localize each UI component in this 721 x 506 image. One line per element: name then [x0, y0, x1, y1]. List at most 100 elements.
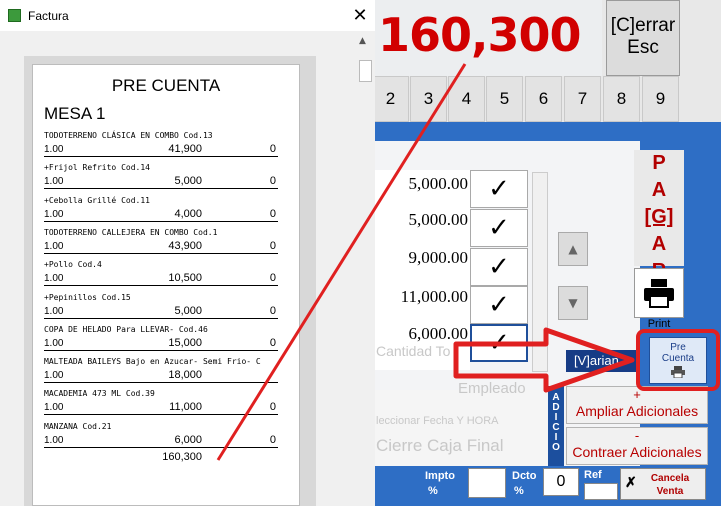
item-divider: [44, 253, 278, 254]
line-check-toggle[interactable]: ✓: [470, 248, 528, 286]
item-divider: [44, 414, 278, 415]
item-discount: 0: [269, 401, 276, 413]
pay-letter: A: [651, 179, 667, 201]
close-button-shortcut: Esc: [627, 37, 659, 58]
item-amount: 15,000: [168, 337, 202, 349]
close-icon[interactable]: ✕: [348, 4, 372, 28]
numpad-key-7[interactable]: 7: [564, 76, 601, 122]
item-name: +Pollo Cod.4: [44, 260, 102, 269]
contraer-label: Contraer Adicionales: [572, 444, 702, 460]
numpad-key-3[interactable]: 3: [410, 76, 447, 122]
pre-cuenta-label: Pre Cuenta: [661, 342, 695, 364]
scroll-up-button[interactable]: ▲: [558, 232, 588, 266]
item-divider: [44, 285, 278, 286]
ghost-label-fecha: leccionar Fecha Y HORA: [376, 415, 499, 427]
lines-scrollbar[interactable]: [532, 172, 548, 372]
item-quantity: 1.00: [44, 370, 64, 381]
ampliar-adicionales-button[interactable]: + Ampliar Adicionales: [566, 386, 708, 424]
scrollbar-thumb[interactable]: [359, 60, 372, 82]
pay-button[interactable]: P A [G] A R: [634, 150, 684, 282]
item-discount: 0: [269, 434, 276, 446]
item-name: MALTEADA BAILEYS Bajo en Azucar- Semi Fr…: [44, 357, 261, 366]
ampliar-label: Ampliar Adicionales: [575, 403, 699, 419]
print-label: Print: [647, 318, 671, 330]
numpad-key-6[interactable]: 6: [525, 76, 562, 122]
item-name: TODOTERRENO CLÁSICA EN COMBO Cod.13: [44, 131, 213, 140]
item-name: MANZANA Cod.21: [44, 422, 112, 431]
line-price: 5,000.00: [408, 174, 469, 193]
dcto-percent: %: [514, 485, 524, 497]
line-check-toggle[interactable]: ✓: [470, 286, 528, 324]
pay-letter: A: [651, 233, 667, 255]
item-discount: 0: [269, 272, 276, 284]
item-divider: [44, 350, 278, 351]
line-price: 9,000.00: [408, 248, 469, 267]
item-discount: 0: [269, 208, 276, 220]
item-amount: 41,900: [168, 143, 202, 155]
item-name: +Pepinillos Cod.15: [44, 293, 131, 302]
cancel-sale-button[interactable]: ✗ Cancela Venta: [620, 468, 706, 500]
close-button[interactable]: [C]errar Esc: [606, 0, 680, 76]
item-divider: [44, 382, 278, 383]
pre-cuenta-button[interactable]: Pre Cuenta: [649, 337, 707, 384]
window-title: Factura: [28, 9, 69, 23]
item-divider: [44, 156, 278, 157]
item-divider: [44, 221, 278, 222]
dcto-input[interactable]: 0: [543, 468, 579, 496]
close-button-label: [C]errar: [610, 15, 676, 36]
numpad-key-9[interactable]: 9: [642, 76, 679, 122]
pay-letter: [G]: [644, 206, 674, 228]
ref-label: Ref: [584, 469, 602, 481]
scroll-up-arrow-icon[interactable]: ▲: [359, 36, 366, 46]
item-divider: [44, 188, 278, 189]
print-button[interactable]: [634, 268, 684, 318]
item-discount: 0: [269, 143, 276, 155]
item-amount: 5,000: [174, 175, 202, 187]
item-quantity: 1.00: [44, 176, 64, 187]
ghost-label-empleado: Empleado: [458, 380, 526, 397]
item-quantity: 1.00: [44, 273, 64, 284]
total-amount: 160,300: [378, 8, 582, 62]
line-price: 11,000.00: [400, 287, 468, 306]
impto-label: Impto: [425, 470, 455, 482]
item-name: COPA DE HELADO Para LLEVAR- Cod.46: [44, 325, 208, 334]
pay-letter: P: [652, 152, 666, 174]
line-check-toggle[interactable]: ✓: [470, 170, 528, 208]
ghost-label-cantidad: Cantidad To: [376, 343, 451, 359]
numpad-key-8[interactable]: 8: [603, 76, 640, 122]
printer-icon: [671, 366, 685, 379]
adicio-text: ADICIO: [550, 392, 562, 452]
numpad-key-5[interactable]: 5: [486, 76, 523, 122]
line-check-toggle[interactable]: ✓: [470, 324, 528, 362]
vertical-scrollbar[interactable]: [355, 31, 375, 506]
line-check-toggle[interactable]: ✓: [470, 209, 528, 247]
receipt-table: MESA 1: [44, 104, 106, 123]
item-quantity: 1.00: [44, 306, 64, 317]
variante-button[interactable]: [V]arian: [566, 350, 636, 372]
impto-percent: %: [428, 485, 438, 497]
app-icon: [8, 9, 21, 22]
dcto-label: Dcto: [512, 470, 537, 482]
contraer-adicionales-button[interactable]: - Contraer Adicionales: [566, 427, 708, 465]
ref-input[interactable]: [584, 483, 618, 500]
adicio-label: ADICIO: [548, 386, 564, 470]
receipt-total: 160,300: [162, 451, 202, 463]
item-discount: 0: [269, 240, 276, 252]
item-name: +Frijol Refrito Cod.14: [44, 163, 150, 172]
item-amount: 18,000: [168, 369, 202, 381]
item-discount: 0: [269, 305, 276, 317]
ghost-label-cierre: Cierre Caja Final: [376, 436, 504, 455]
item-divider: [44, 318, 278, 319]
contraer-sign: -: [634, 428, 640, 443]
impto-input[interactable]: [468, 468, 506, 498]
item-discount: 0: [269, 337, 276, 349]
scroll-down-button[interactable]: ▼: [558, 286, 588, 320]
numpad-key-2[interactable]: 2: [372, 76, 409, 122]
receipt-heading: PRE CUENTA: [111, 76, 221, 95]
item-quantity: 1.00: [44, 209, 64, 220]
item-quantity: 1.00: [44, 241, 64, 252]
line-price: 5,000.00: [408, 210, 469, 229]
item-name: +Cebolla Grillé Cod.11: [44, 196, 150, 205]
printer-icon: [644, 279, 674, 308]
numpad-key-4[interactable]: 4: [448, 76, 485, 122]
